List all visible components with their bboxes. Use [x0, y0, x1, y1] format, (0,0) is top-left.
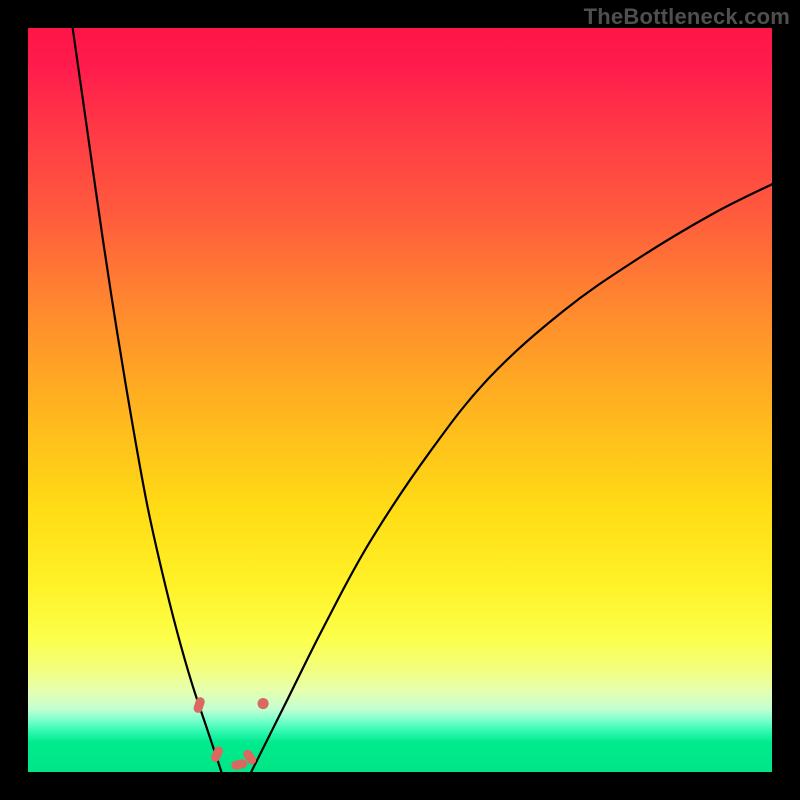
plot-area — [28, 28, 772, 772]
marker-pill — [231, 758, 249, 770]
marker-dot — [258, 698, 269, 709]
curve-layer — [28, 28, 772, 772]
right-curve — [251, 184, 772, 772]
chart-frame: TheBottleneck.com — [0, 0, 800, 800]
left-curve — [73, 28, 222, 772]
marker-pill — [210, 745, 225, 763]
watermark-text: TheBottleneck.com — [584, 4, 790, 30]
marker-pill — [192, 696, 206, 714]
